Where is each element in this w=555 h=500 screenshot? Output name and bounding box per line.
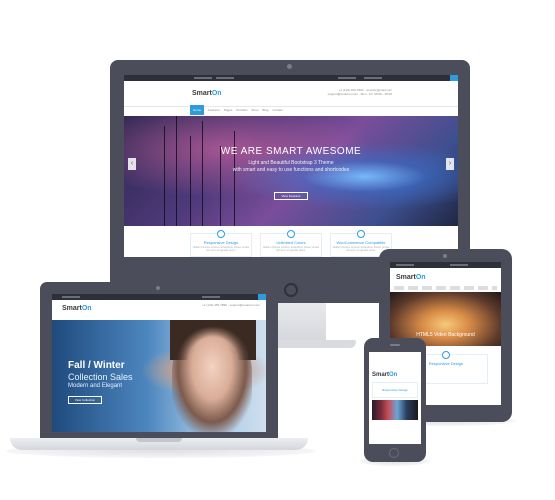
hero-subtitle: Collection Sales	[68, 372, 133, 382]
feature-card[interactable]: Responsive Design	[372, 382, 418, 398]
logo-accent: On	[415, 274, 426, 281]
color-swatches	[372, 400, 418, 420]
feature-desc: Nullam rhoncus ut lorem at faucibus. Don…	[192, 246, 250, 252]
hero-title: Fall / Winter	[68, 360, 125, 371]
site-logo[interactable]: SmartOn	[372, 372, 397, 378]
palette-icon	[287, 230, 295, 238]
model-hair	[170, 320, 256, 360]
laptop-screen: SmartOn +1 (123) 456-7890 · support@smar…	[52, 294, 266, 432]
site-logo[interactable]: SmartOn	[192, 90, 222, 97]
nav-item-pages[interactable]: Pages	[224, 108, 233, 112]
hero-subtitle-1: Light and Beautiful Bootstrap 3 Theme	[248, 160, 334, 166]
top-bar-accent	[258, 294, 266, 300]
feature-card[interactable]: Unlimited Colors Nullam rhoncus ut lorem…	[260, 230, 322, 257]
feature-title: Responsive Design	[203, 240, 239, 245]
main-nav	[394, 286, 497, 290]
reed-decoration	[220, 146, 221, 226]
logo-accent: On	[81, 305, 92, 312]
device-icon	[217, 230, 225, 238]
feature-title: Unlimited Colors	[276, 240, 306, 245]
nav-item-contact[interactable]: Contact	[272, 108, 282, 112]
logo-text: Smart	[62, 305, 82, 312]
monitor-power-button	[284, 283, 298, 297]
laptop-notch	[136, 438, 182, 442]
logo-text: Smart	[192, 90, 212, 97]
hero-button[interactable]: View Features	[274, 192, 308, 200]
device-icon	[442, 351, 450, 359]
logo-accent: On	[389, 372, 398, 378]
camera-dot	[443, 254, 447, 258]
logo-text: Smart	[396, 274, 416, 281]
header-contact: +1 (123) 456-7890 · smarton@mail.com sup…	[328, 88, 392, 96]
hero-button[interactable]: View Collection	[68, 396, 102, 404]
slider-next-icon[interactable]: ›	[446, 158, 454, 170]
desktop-screen: SmartOn +1 (123) 456-7890 · smarton@mail…	[124, 75, 458, 257]
phone-screen: SmartOn Responsive Design	[369, 352, 421, 444]
nav-item-features[interactable]: Features	[208, 108, 220, 112]
hero-slider: Fall / Winter Collection Sales Modern an…	[52, 320, 266, 432]
feature-card[interactable]: Responsive Design Nullam rhoncus ut lore…	[190, 230, 252, 257]
feature-title: Responsive Design	[382, 388, 408, 392]
top-bar	[52, 294, 266, 300]
contact-line-2: support@smarton.com · Mon - Fri: 09:00 -…	[327, 92, 392, 96]
top-bar	[390, 262, 501, 268]
reed-decoration	[164, 126, 165, 226]
hero-slider: WE ARE SMART AWESOME Light and Beautiful…	[124, 116, 458, 226]
phone-home-button	[389, 448, 399, 458]
cart-icon	[357, 230, 365, 238]
reed-decoration	[202, 121, 203, 226]
site-logo[interactable]: SmartOn	[396, 274, 426, 281]
header-contact: +1 (123) 456-7890 · support@smarton.com	[202, 303, 260, 307]
nav-item-portfolio[interactable]: Portfolio	[236, 108, 247, 112]
camera-dot	[287, 64, 292, 69]
slider-prev-icon[interactable]: ‹	[128, 158, 136, 170]
hero-subtitle-2: with smart and easy to use functions and…	[232, 167, 350, 173]
nav-item-home[interactable]: Home	[190, 104, 205, 115]
nav-item-blog[interactable]: Blog	[262, 108, 268, 112]
phone-speaker	[390, 344, 400, 346]
logo-text: Smart	[372, 372, 390, 378]
hero-tagline: Modern and Elegant	[68, 383, 123, 389]
hero-title: WE ARE SMART AWESOME	[220, 146, 362, 157]
feature-title: WooCommerce Compatible	[336, 240, 386, 245]
site-logo[interactable]: SmartOn	[62, 305, 92, 312]
main-nav: Home Features Pages Portfolio Shop Blog …	[190, 104, 390, 115]
logo-accent: On	[211, 90, 222, 97]
feature-desc: Nullam rhoncus ut lorem at faucibus. Don…	[262, 246, 320, 252]
camera-dot	[156, 286, 160, 290]
nav-item-shop[interactable]: Shop	[251, 108, 258, 112]
